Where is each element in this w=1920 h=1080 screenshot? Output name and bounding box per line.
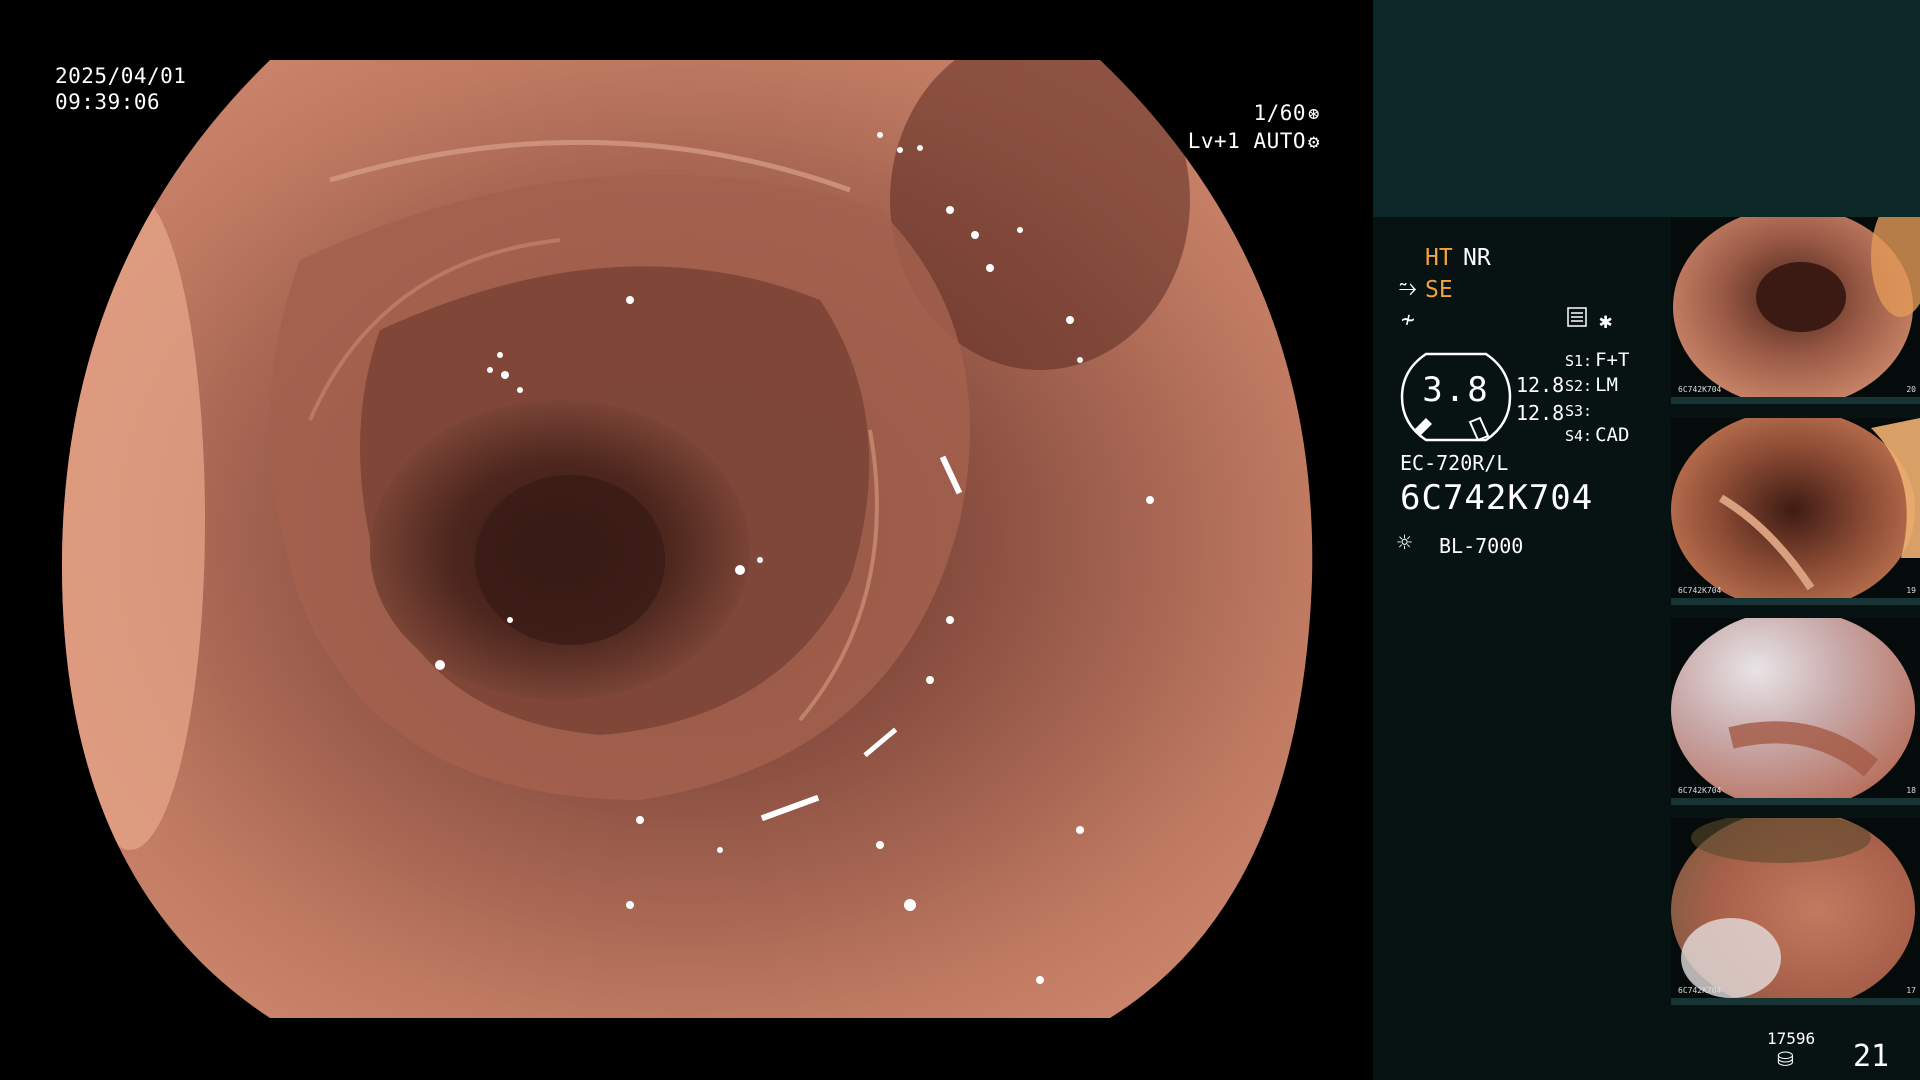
thumbnail-caption: 6C742K704 (1678, 786, 1722, 795)
freeze-icon: ≁ (1401, 307, 1415, 333)
captured-image-thumbnail[interactable]: 6C742K704 20 (1671, 217, 1920, 404)
scope-serial-number: 6C742K704 (1400, 478, 1594, 518)
exposure-level-value: Lv+1 AUTO (1187, 129, 1307, 153)
thumbnail-status-bar (1671, 998, 1920, 1005)
light-source-model: BL-7000 (1439, 534, 1524, 558)
exam-time: 09:39:06 (55, 90, 161, 114)
shutter-value: 1/60 (1253, 101, 1307, 125)
switch-row-s4: S4: CAD (1565, 423, 1629, 448)
switch-value: F+T (1595, 349, 1630, 371)
switch-key: S1: (1565, 352, 1593, 370)
switch-key: S3: (1565, 402, 1593, 420)
captured-image-thumbnail[interactable]: 6C742K704 19 (1671, 418, 1920, 605)
thumbnail-status-bar (1671, 397, 1920, 404)
asterisk-icon: ✱ (1599, 309, 1613, 334)
structure-enhance-icon: ⥲ (1399, 276, 1417, 301)
shutter-readout: 1/60 ⊛ (1253, 99, 1320, 128)
switch-row-s2: S2: LM (1565, 373, 1618, 398)
zoom-setting-2: 12.8 (1516, 401, 1565, 425)
thumbnail-status-bar (1671, 798, 1920, 805)
thumbnail-index: 18 (1906, 786, 1916, 795)
switch-key: S2: (1565, 377, 1593, 395)
captured-image-thumbnail[interactable]: 6C742K704 18 (1671, 618, 1920, 805)
thumbnail-status-bar (1671, 598, 1920, 605)
thumbnail-image (1671, 818, 1915, 1005)
thumbnail-image (1671, 618, 1915, 805)
thumbnail-image (1673, 217, 1920, 404)
storage-remaining: 17596 (1767, 1029, 1816, 1048)
captured-image-thumbnail[interactable]: 6C742K704 17 (1671, 818, 1920, 1005)
switch-row-s3: S3: (1565, 398, 1595, 423)
exposure-level-readout: Lv+1 AUTO ⚙ (1188, 127, 1320, 156)
se-mode-label: SE (1425, 277, 1453, 303)
light-bulb-icon: ☼ (1397, 528, 1413, 557)
info-panel: HT NR ⥲ SE ≁ ✱ 3.8 12.8 12.8 S1: F+T S2: L… (1373, 0, 1920, 1080)
thumbnail-index: 17 (1906, 986, 1916, 995)
zoom-value: 3.8 (1422, 370, 1490, 410)
zoom-setting-1: 12.8 (1516, 373, 1565, 397)
thumbnail-caption: 6C742K704 (1678, 385, 1722, 394)
scope-model: EC-720R/L (1400, 451, 1509, 475)
thumbnail-caption: 6C742K704 (1678, 586, 1722, 595)
thumbnail-image (1671, 418, 1920, 605)
settings-list-icon (1566, 306, 1588, 335)
disk-stack-icon: ⛁ (1777, 1047, 1794, 1071)
image-count: 21 (1853, 1039, 1890, 1074)
thumbnail-index: 20 (1906, 385, 1916, 394)
switch-key: S4: (1565, 427, 1593, 445)
thumbnail-caption: 6C742K704 (1678, 986, 1722, 995)
endoscopic-image (61, 60, 1313, 1018)
gear-icon: ⚙ (1308, 131, 1320, 153)
thumbnail-index: 19 (1906, 586, 1916, 595)
switch-row-s1: S1: F+T (1565, 348, 1629, 373)
exam-date: 2025/04/01 (55, 64, 187, 88)
aperture-icon: ⊛ (1308, 103, 1320, 125)
nr-mode-label: NR (1463, 245, 1491, 271)
switch-value: LM (1595, 374, 1618, 396)
endoscope-view: 2025/04/01 09:39:06 1/60 ⊛ Lv+1 AUTO ⚙ (0, 0, 1372, 1080)
panel-header-area (1373, 0, 1920, 217)
ht-mode-label: HT (1425, 245, 1453, 271)
switch-value: CAD (1595, 424, 1630, 446)
